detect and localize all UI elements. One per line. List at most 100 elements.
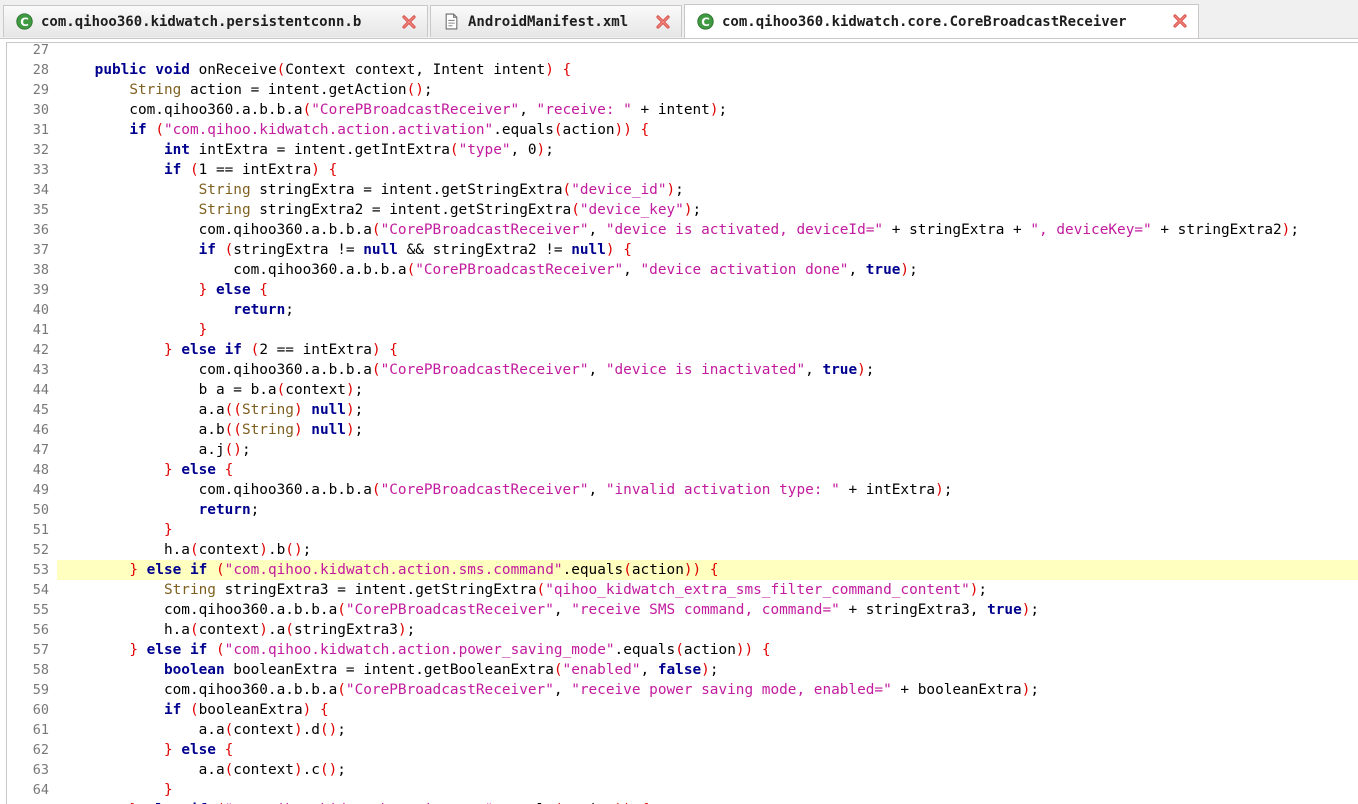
line-code: a.a(context).d(); — [60, 722, 346, 738]
code-line[interactable]: 60 if (booleanExtra) { — [7, 700, 1358, 720]
tab-corebroadcastreceiver[interactable]: C com.qihoo360.kidwatch.core.CoreBroadca… — [684, 4, 1199, 38]
line-code: } else if ("com.qihoo.kidwatch.action.sm… — [129, 562, 719, 578]
line-code: } else if (2 == intExtra) { — [163, 342, 398, 358]
line-number: 36 — [32, 222, 49, 238]
code-line[interactable]: 63 a.a(context).c(); — [7, 760, 1358, 780]
line-code: if (booleanExtra) { — [163, 702, 329, 718]
close-icon[interactable] — [655, 14, 671, 30]
code-line[interactable]: 49 com.qihoo360.a.b.b.a("CorePBroadcastR… — [7, 480, 1358, 500]
line-number: 48 — [32, 462, 49, 478]
code-line[interactable]: 48 } else { — [7, 460, 1358, 480]
line-number: 37 — [32, 242, 49, 258]
line-code: public void onReceive(Context context, I… — [94, 62, 572, 78]
line-code: boolean booleanExtra = intent.getBoolean… — [163, 662, 719, 678]
code-line[interactable]: 37 if (stringExtra != null && stringExtr… — [7, 240, 1358, 260]
code-line[interactable]: 27 — [7, 42, 1358, 60]
line-number: 33 — [32, 162, 49, 178]
svg-text:C: C — [701, 15, 710, 29]
code-line[interactable]: 46 a.b((String) null); — [7, 420, 1358, 440]
code-line[interactable]: 39 } else { — [7, 280, 1358, 300]
code-line[interactable]: 38 com.qihoo360.a.b.b.a("CorePBroadcastR… — [7, 260, 1358, 280]
code-line[interactable]: 44 b a = b.a(context); — [7, 380, 1358, 400]
line-number: 59 — [32, 682, 49, 698]
line-code: b a = b.a(context); — [60, 382, 364, 398]
class-c-icon: C — [16, 13, 33, 30]
code-line[interactable]: 54 String stringExtra3 = intent.getStrin… — [7, 580, 1358, 600]
code-line[interactable]: 61 a.a(context).d(); — [7, 720, 1358, 740]
line-code: return; — [233, 302, 294, 318]
code-line[interactable]: 41 } — [7, 320, 1358, 340]
line-number: 40 — [32, 302, 49, 318]
code-line[interactable]: 56 h.a(context).a(stringExtra3); — [7, 620, 1358, 640]
tab-persistentconn-b[interactable]: C com.qihoo360.kidwatch.persistentconn.b — [3, 5, 428, 37]
code-line[interactable]: 57 } else if ("com.qihoo.kidwatch.action… — [7, 640, 1358, 660]
class-c-icon: C — [697, 13, 714, 30]
line-code: h.a(context).b(); — [60, 542, 312, 558]
line-code: String stringExtra = intent.getStringExt… — [198, 182, 684, 198]
tab-label: AndroidManifest.xml — [468, 13, 629, 30]
line-number: 60 — [32, 702, 49, 718]
code-line[interactable]: 31 if ("com.qihoo.kidwatch.action.activa… — [7, 120, 1358, 140]
line-number: 49 — [32, 482, 49, 498]
line-code: if (1 == intExtra) { — [163, 162, 338, 178]
code-line[interactable]: 36 com.qihoo360.a.b.b.a("CorePBroadcastR… — [7, 220, 1358, 240]
code-line[interactable]: 53 } else if ("com.qihoo.kidwatch.action… — [7, 560, 1358, 580]
line-number: 47 — [32, 442, 49, 458]
line-code: com.qihoo360.a.b.b.a("CorePBroadcastRece… — [60, 362, 875, 378]
line-code: com.qihoo360.a.b.b.a("CorePBroadcastRece… — [60, 602, 1040, 618]
line-code: } — [163, 782, 173, 798]
code-line[interactable]: 59 com.qihoo360.a.b.b.a("CorePBroadcastR… — [7, 680, 1358, 700]
line-number: 27 — [32, 42, 49, 58]
line-code: } — [198, 322, 208, 338]
line-number: 41 — [32, 322, 49, 338]
code-line[interactable]: 42 } else if (2 == intExtra) { — [7, 340, 1358, 360]
code-line[interactable]: 52 h.a(context).b(); — [7, 540, 1358, 560]
code-line[interactable]: 40 return; — [7, 300, 1358, 320]
code-line[interactable]: 34 String stringExtra = intent.getString… — [7, 180, 1358, 200]
tab-label: com.qihoo360.kidwatch.persistentconn.b — [41, 13, 362, 30]
code-line[interactable]: 64 } — [7, 780, 1358, 800]
line-code: com.qihoo360.a.b.b.a("CorePBroadcastRece… — [60, 262, 918, 278]
code-line[interactable]: 29 String action = intent.getAction(); — [7, 80, 1358, 100]
code-line[interactable]: 65 } else if ("com.qihoo.kidwatch.action… — [7, 800, 1358, 804]
line-code: } else if ("com.qihoo.kidwatch.action.po… — [129, 642, 771, 658]
code-line[interactable]: 35 String stringExtra2 = intent.getStrin… — [7, 200, 1358, 220]
code-line[interactable]: 51 } — [7, 520, 1358, 540]
code-line[interactable]: 50 return; — [7, 500, 1358, 520]
code-line[interactable]: 47 a.j(); — [7, 440, 1358, 460]
tab-label: com.qihoo360.kidwatch.core.CoreBroadcast… — [722, 13, 1127, 30]
line-number: 51 — [32, 522, 49, 538]
line-number: 38 — [32, 262, 49, 278]
code-line[interactable]: 28 public void onReceive(Context context… — [7, 60, 1358, 80]
code-line[interactable]: 33 if (1 == intExtra) { — [7, 160, 1358, 180]
line-code: String stringExtra3 = intent.getStringEx… — [163, 582, 988, 598]
line-number: 50 — [32, 502, 49, 518]
line-code: return; — [198, 502, 260, 518]
line-number: 39 — [32, 282, 49, 298]
line-code: if ("com.qihoo.kidwatch.action.activatio… — [129, 122, 650, 138]
code-lines: 27 28 public void onReceive(Context conte… — [7, 42, 1358, 804]
code-line[interactable]: 32 int intExtra = intent.getIntExtra("ty… — [7, 140, 1358, 160]
line-code: String action = intent.getAction(); — [129, 82, 433, 98]
line-code: String stringExtra2 = intent.getStringEx… — [198, 202, 702, 218]
code-line[interactable]: 45 a.a((String) null); — [7, 400, 1358, 420]
code-line[interactable]: 43 com.qihoo360.a.b.b.a("CorePBroadcastR… — [7, 360, 1358, 380]
code-line[interactable]: 30 com.qihoo360.a.b.b.a("CorePBroadcastR… — [7, 100, 1358, 120]
code-line[interactable]: 55 com.qihoo360.a.b.b.a("CorePBroadcastR… — [7, 600, 1358, 620]
line-number: 34 — [32, 182, 49, 198]
line-number: 45 — [32, 402, 49, 418]
line-code: com.qihoo360.a.b.b.a("CorePBroadcastRece… — [60, 682, 1040, 698]
line-number: 43 — [32, 362, 49, 378]
line-number: 46 — [32, 422, 49, 438]
close-icon[interactable] — [1172, 13, 1188, 29]
line-number: 35 — [32, 202, 49, 218]
line-code: a.a((String) null); — [60, 402, 364, 418]
line-number: 61 — [32, 722, 49, 738]
code-line[interactable]: 58 boolean booleanExtra = intent.getBool… — [7, 660, 1358, 680]
close-icon[interactable] — [401, 14, 417, 30]
code-editor[interactable]: 27 28 public void onReceive(Context conte… — [6, 42, 1358, 804]
line-number: 65 — [7, 800, 49, 804]
tab-androidmanifest[interactable]: AndroidManifest.xml — [430, 5, 682, 37]
line-number: 56 — [32, 622, 49, 638]
code-line[interactable]: 62 } else { — [7, 740, 1358, 760]
